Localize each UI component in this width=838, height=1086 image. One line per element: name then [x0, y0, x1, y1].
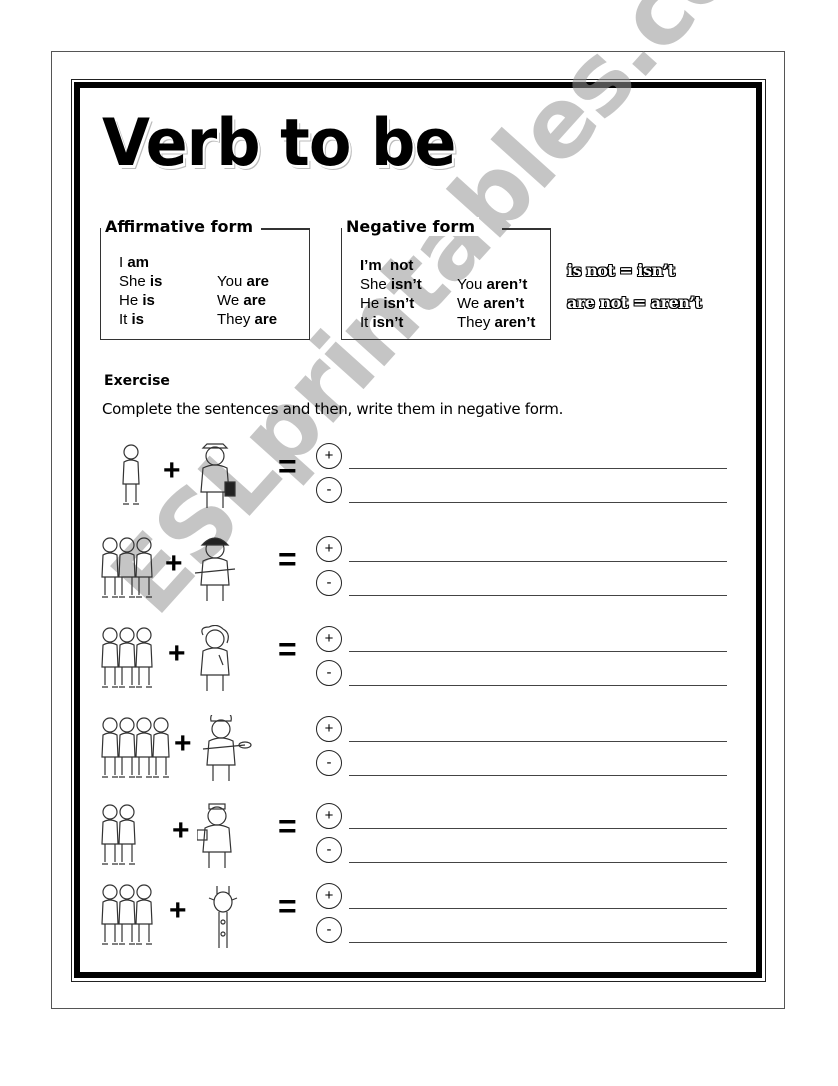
affirmative-answer-line[interactable] — [349, 908, 727, 909]
baker-picture — [202, 715, 252, 781]
equals-sign: = — [278, 888, 297, 924]
plus-sign: + — [163, 454, 181, 487]
plus-sign: + — [169, 894, 187, 927]
singer-picture — [200, 625, 230, 691]
affirmative-heading: Affirmative form — [105, 217, 258, 236]
affirmative-answer-line[interactable] — [349, 828, 727, 829]
subject-picture — [101, 627, 153, 688]
affirmative-answer-line[interactable] — [349, 651, 727, 652]
negative-heading: Negative form — [346, 217, 479, 236]
exercise-instruction: Complete the sentences and then, write t… — [102, 400, 564, 418]
box-corner — [340, 228, 342, 240]
negative-marker: - — [316, 570, 342, 596]
negative-answer-line[interactable] — [349, 502, 727, 503]
giraffe-picture — [208, 886, 238, 948]
negative-row: It isn’t — [360, 314, 404, 331]
exercise-row: + = + - — [95, 623, 735, 703]
affirmative-answer-line[interactable] — [349, 561, 727, 562]
positive-marker: + — [316, 883, 342, 909]
subject-picture — [122, 444, 140, 505]
positive-marker: + — [316, 803, 342, 829]
negative-marker: - — [316, 750, 342, 776]
negative-answer-line[interactable] — [349, 685, 727, 686]
negative-row: We aren’t — [457, 295, 525, 312]
doctor-picture — [197, 803, 232, 868]
negative-answer-line[interactable] — [349, 595, 727, 596]
subject-picture — [101, 884, 153, 945]
box-corner — [99, 228, 101, 240]
worksheet-title: Verb to be — [102, 104, 456, 181]
affirmative-answer-line[interactable] — [349, 741, 727, 742]
equals-sign: = — [278, 541, 297, 577]
exercise-heading: Exercise — [104, 373, 170, 389]
exercise-row: + = + - — [95, 533, 735, 613]
exercise-row: + = + - — [95, 880, 735, 960]
exercise-row: + = + - — [95, 800, 735, 880]
negative-row: They aren’t — [457, 314, 536, 331]
negative-marker: - — [316, 917, 342, 943]
negative-row: I’m not — [360, 257, 414, 274]
affirmative-row: It is — [119, 311, 145, 328]
negative-box: Negative form I’m not She isn’t He isn’t… — [340, 217, 551, 340]
affirmative-row: You are — [217, 273, 270, 290]
box-top-line — [502, 228, 551, 230]
contraction-is-not: is not = isn’t — [567, 261, 675, 280]
negative-row: He isn’t — [360, 295, 415, 312]
equals-sign: = — [278, 808, 297, 844]
exercise-row: + + - — [95, 713, 735, 793]
negative-marker: - — [316, 660, 342, 686]
affirmative-row: She is — [119, 273, 163, 290]
subject-picture — [101, 717, 170, 778]
negative-row: She isn’t — [360, 276, 422, 293]
plus-sign: + — [165, 547, 183, 580]
affirmative-row: We are — [217, 292, 266, 309]
positive-marker: + — [316, 536, 342, 562]
negative-marker: - — [316, 837, 342, 863]
exercise-row: + = + - — [95, 440, 735, 520]
negative-row: You aren’t — [457, 276, 528, 293]
affirmative-answer-line[interactable] — [349, 468, 727, 469]
contractions-note: is not = isn’t are not = aren’t — [567, 255, 702, 319]
box-top-line — [261, 228, 310, 230]
negative-answer-line[interactable] — [349, 775, 727, 776]
subject-picture — [101, 804, 136, 865]
positive-marker: + — [316, 716, 342, 742]
positive-marker: + — [316, 443, 342, 469]
negative-answer-line[interactable] — [349, 862, 727, 863]
plus-sign: + — [168, 637, 186, 670]
affirmative-row: They are — [217, 311, 278, 328]
equals-sign: = — [278, 448, 297, 484]
postman-picture — [200, 443, 236, 508]
affirmative-row: He is — [119, 292, 155, 309]
negative-answer-line[interactable] — [349, 942, 727, 943]
firefighter-picture — [195, 537, 236, 601]
negative-marker: - — [316, 477, 342, 503]
positive-marker: + — [316, 626, 342, 652]
subject-picture — [101, 537, 153, 598]
contraction-are-not: are not = aren’t — [567, 293, 702, 312]
affirmative-box: Affirmative form I am She is He is It is… — [99, 217, 310, 340]
affirmative-row: I am — [119, 254, 150, 271]
plus-sign: + — [172, 814, 190, 847]
equals-sign: = — [278, 631, 297, 667]
plus-sign: + — [174, 727, 192, 760]
